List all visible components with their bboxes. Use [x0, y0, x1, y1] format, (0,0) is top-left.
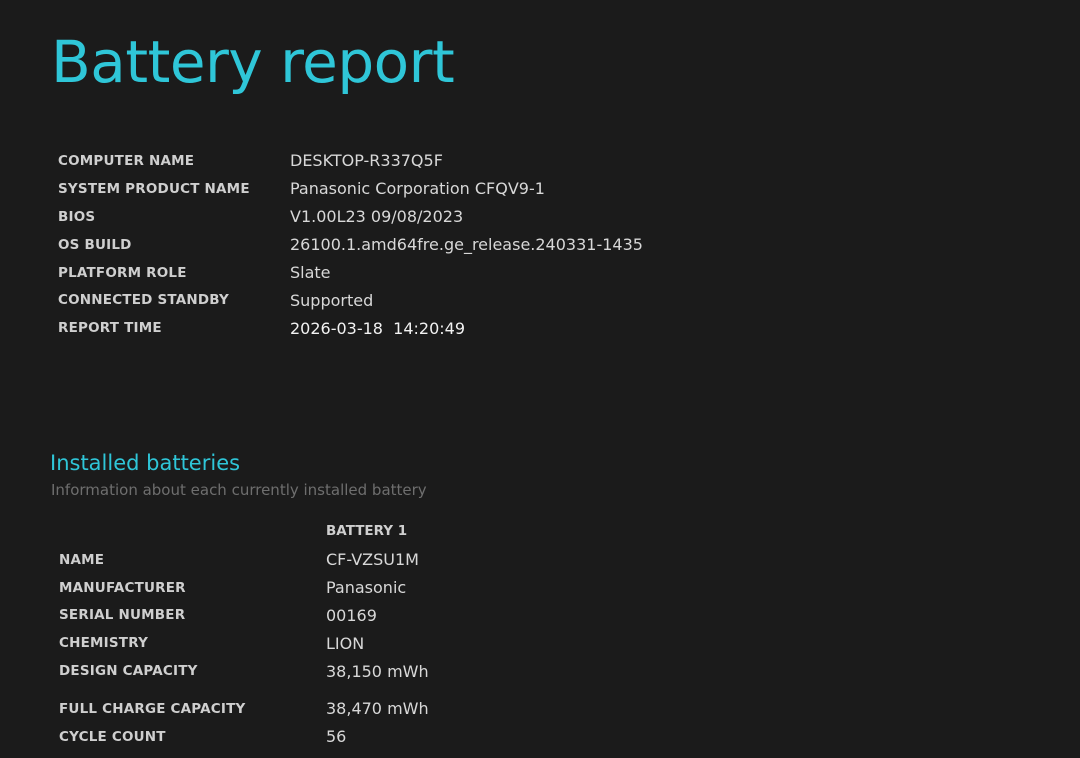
chemistry-label: CHEMISTRY — [59, 635, 149, 652]
bios-label: BIOS — [58, 208, 96, 225]
connected-standby-label: CONNECTED STANDBY — [58, 292, 230, 309]
system-info-row: COMPUTER NAME DESKTOP-R337Q5F — [58, 147, 643, 175]
computer-name-label: COMPUTER NAME — [58, 152, 195, 169]
battery-name-label: NAME — [59, 551, 105, 568]
report-time-label: REPORT TIME — [58, 320, 162, 337]
report-time-value: 2026-03-18 14:20:49 — [290, 318, 466, 338]
full-charge-capacity-label: FULL CHARGE CAPACITY — [59, 700, 246, 717]
system-info-row: BIOS V1.00L23 09/08/2023 — [58, 203, 643, 231]
computer-name-value: DESKTOP-R337Q5F — [290, 151, 443, 171]
system-info-row: OS BUILD 26100.1.amd64fre.ge_release.240… — [58, 231, 643, 259]
battery-row: CYCLE COUNT 56 — [59, 723, 429, 751]
os-build-label: OS BUILD — [58, 236, 132, 253]
system-product-name-value: Panasonic Corporation CFQV9-1 — [290, 179, 545, 199]
battery-row: NAME CF-VZSU1M — [59, 546, 429, 574]
system-info-row: CONNECTED STANDBY Supported — [58, 286, 643, 314]
serial-number-value: 00169 — [326, 605, 377, 625]
full-charge-capacity-value: 38,470 mWh — [326, 699, 429, 719]
design-capacity-value: 38,150 mWh — [326, 661, 429, 681]
row-spacer — [59, 685, 429, 695]
chemistry-value: LION — [326, 633, 365, 653]
system-info-table: COMPUTER NAME DESKTOP-R337Q5F SYSTEM PRO… — [58, 147, 643, 342]
platform-role-value: Slate — [290, 263, 331, 282]
manufacturer-label: MANUFACTURER — [59, 579, 186, 596]
system-info-row: REPORT TIME 2026-03-18 14:20:49 — [58, 314, 643, 342]
battery-row: DESIGN CAPACITY 38,150 mWh — [59, 657, 429, 685]
os-build-value: 26100.1.amd64fre.ge_release.240331-1435 — [290, 235, 643, 255]
battery-column-header: BATTERY 1 — [326, 523, 408, 539]
installed-batteries-heading: Installed batteries — [50, 451, 241, 475]
battery-name-value: CF-VZSU1M — [326, 550, 419, 570]
battery-row: SERIAL NUMBER 00169 — [59, 602, 429, 630]
manufacturer-value: Panasonic — [326, 578, 407, 598]
serial-number-label: SERIAL NUMBER — [59, 607, 186, 624]
system-info-row: PLATFORM ROLE Slate — [58, 259, 643, 287]
battery-row: CHEMISTRY LION — [59, 629, 429, 657]
connected-standby-value: Supported — [290, 290, 374, 310]
page-title: Battery report — [51, 28, 455, 96]
installed-batteries-subtitle: Information about each currently install… — [51, 481, 427, 499]
cycle-count-value: 56 — [326, 727, 347, 747]
cycle-count-label: CYCLE COUNT — [59, 728, 166, 745]
installed-batteries-table: NAME CF-VZSU1M MANUFACTURER Panasonic SE… — [59, 546, 429, 751]
platform-role-label: PLATFORM ROLE — [58, 264, 187, 281]
battery-row: MANUFACTURER Panasonic — [59, 574, 429, 602]
battery-row: FULL CHARGE CAPACITY 38,470 mWh — [59, 695, 429, 723]
system-info-row: SYSTEM PRODUCT NAME Panasonic Corporatio… — [58, 175, 643, 203]
design-capacity-label: DESIGN CAPACITY — [59, 663, 198, 680]
bios-value: V1.00L23 09/08/2023 — [290, 207, 464, 227]
system-product-name-label: SYSTEM PRODUCT NAME — [58, 180, 250, 197]
